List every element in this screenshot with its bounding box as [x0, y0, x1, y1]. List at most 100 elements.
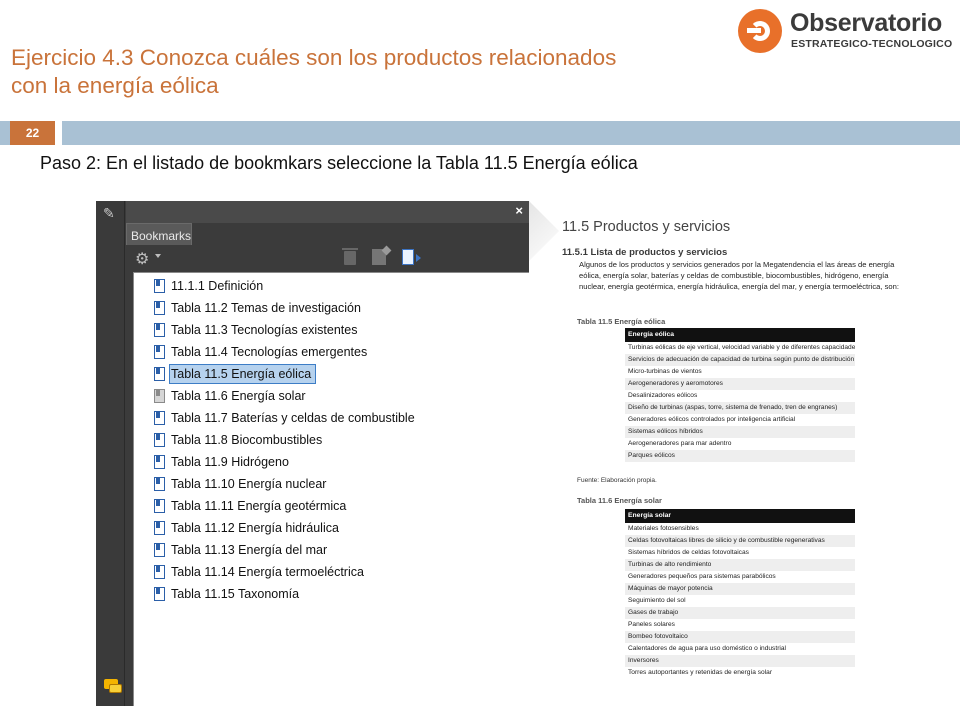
- bookmark-icon: [154, 521, 165, 535]
- table-row: Bombeo fotovoltaico: [625, 631, 855, 643]
- document-page: 11.5 Productos y servicios 11.5.1 Lista …: [529, 201, 960, 706]
- bookmark-label: Tabla 11.2 Temas de investigación: [171, 301, 361, 315]
- bookmark-item[interactable]: Tabla 11.8 Biocombustibles: [134, 431, 530, 450]
- table-row: Seguimiento del sol: [628, 597, 686, 604]
- bookmark-item[interactable]: Tabla 11.6 Energía solar: [134, 387, 530, 406]
- table2-header: Energía solar: [625, 509, 855, 523]
- bookmark-icon: [154, 499, 165, 513]
- bookmark-item[interactable]: Tabla 11.7 Baterías y celdas de combusti…: [134, 409, 530, 428]
- bookmark-label: Tabla 11.10 Energía nuclear: [171, 477, 327, 491]
- bookmark-icon: [154, 565, 165, 579]
- delete-bookmark-icon[interactable]: [342, 248, 358, 265]
- bookmarks-list: 11.1.1 Definición Tabla 11.2 Temas de inv…: [133, 272, 529, 706]
- bookmark-item[interactable]: Tabla 11.3 Tecnologías existentes: [134, 321, 530, 340]
- table-row: Desalinizadores eólicos: [628, 392, 698, 399]
- bookmark-item[interactable]: Tabla 11.15 Taxonomía: [134, 585, 530, 604]
- bookmark-label: Tabla 11.15 Taxonomía: [171, 587, 300, 601]
- table1-caption: Tabla 11.5 Energía eólica: [577, 317, 666, 326]
- bookmark-item[interactable]: Tabla 11.14 Energía termoeléctrica: [134, 563, 530, 582]
- bookmark-item[interactable]: Tabla 11.11 Energía geotérmica: [134, 497, 530, 516]
- panel-title-bar: ×: [126, 201, 529, 223]
- table-energia-solar: Energía solar Materiales fotosensibles Ce…: [625, 509, 855, 679]
- table1-header: Energía eólica: [625, 328, 855, 342]
- options-caret-icon[interactable]: [155, 254, 161, 258]
- table-row: Celdas fotovoltaicas libres de silicio y…: [625, 535, 855, 547]
- table-row: Micro-turbinas de vientos: [628, 368, 702, 375]
- slide-title: Ejercicio 4.3 Conozca cuáles son los pro…: [11, 44, 751, 100]
- doc-paragraph: Algunos de los productos y servicios gen…: [579, 260, 899, 291]
- logo-name: Observatorio: [790, 9, 943, 37]
- close-panel-button[interactable]: ×: [515, 203, 523, 218]
- bookmark-item[interactable]: Tabla 11.5 Energía eólica: [134, 364, 530, 384]
- logo-subtitle: ESTRATEGICO-TECNOLOGICO: [791, 38, 953, 50]
- page-number: 22: [10, 121, 55, 145]
- bookmark-icon: [154, 455, 165, 469]
- table-row: Calentadores de agua para uso doméstico …: [628, 645, 786, 652]
- doc-subheading: 11.5.1 Lista de productos y servicios: [562, 247, 728, 258]
- table-row: Inversores: [625, 655, 855, 667]
- step-instruction: Paso 2: En el listado de bookmkars selec…: [40, 153, 638, 173]
- bookmark-label: Tabla 11.5 Energía eólica: [168, 364, 317, 384]
- bookmark-label: Tabla 11.3 Tecnologías existentes: [171, 323, 358, 337]
- bookmark-label: Tabla 11.9 Hidrógeno: [171, 455, 289, 469]
- bookmarks-toolbar: ⚙: [126, 245, 529, 271]
- bookmark-icon: [154, 279, 165, 293]
- expand-bookmark-icon[interactable]: [402, 249, 421, 265]
- page-fold-shadow: [529, 201, 559, 261]
- sign-pen-icon[interactable]: ✎: [103, 205, 119, 221]
- bookmark-icon: [154, 301, 165, 315]
- table-row: Sistemas eólicos híbridos: [625, 426, 855, 438]
- bookmark-icon: [154, 411, 165, 425]
- bookmark-icon: [154, 433, 165, 447]
- bookmark-icon: [154, 477, 165, 491]
- comments-icon[interactable]: [104, 677, 122, 695]
- table-row: Máquinas de mayor potencia: [625, 583, 855, 595]
- bookmark-label: Tabla 11.12 Energía hidráulica: [171, 521, 339, 535]
- table-energia-eolica: Energía eólica Turbinas eólicas de eje v…: [625, 328, 855, 462]
- bookmark-icon: [154, 323, 165, 337]
- new-bookmark-icon[interactable]: [372, 249, 386, 265]
- bookmark-label: Tabla 11.4 Tecnologías emergentes: [171, 345, 368, 359]
- header-bar-left: [0, 121, 10, 145]
- table-row: Diseño de turbinas (aspas, torre, sistem…: [625, 402, 855, 414]
- table-row: Torres autoportantes y retenidas de ener…: [628, 669, 773, 676]
- bookmark-icon: [154, 587, 165, 601]
- table1-source: Fuente: Elaboración propia.: [577, 477, 657, 484]
- header-bar-right: [62, 121, 960, 145]
- table-row: Aerogeneradores para mar adentro: [628, 440, 732, 447]
- table-row: Servicios de adecuación de capacidad de …: [625, 354, 855, 366]
- bookmark-label: Tabla 11.13 Energía del mar: [171, 543, 328, 557]
- table-row: Aerogeneradores y aeromotores: [625, 378, 855, 390]
- navigation-gutter: ✎: [96, 201, 125, 706]
- tab-bookmarks[interactable]: Bookmarks: [126, 223, 192, 245]
- bookmark-label: 11.1.1 Definición: [171, 279, 264, 293]
- table-row: Generadores pequeños para sistemas parab…: [628, 573, 776, 580]
- table-row: Materiales fotosensibles: [628, 525, 699, 532]
- bookmark-label: Tabla 11.11 Energía geotérmica: [171, 499, 347, 513]
- bookmarks-panel: ✎ × Bookmarks ⚙ 11.1.1 Definición Tabla 1…: [96, 201, 529, 706]
- bookmark-item[interactable]: Tabla 11.9 Hidrógeno: [134, 453, 530, 472]
- table-row: Gases de trabajo: [625, 607, 855, 619]
- table-row: Parques eólicos: [625, 450, 855, 462]
- table-row: Paneles solares: [628, 621, 675, 628]
- table-row: Generadores eólicos controlados por inte…: [628, 416, 796, 423]
- bookmark-label: Tabla 11.6 Energía solar: [171, 389, 306, 403]
- bookmark-item[interactable]: Tabla 11.4 Tecnologías emergentes: [134, 343, 530, 362]
- bookmark-icon: [154, 543, 165, 557]
- logo-mark-icon: [738, 9, 782, 53]
- bookmark-item[interactable]: Tabla 11.13 Energía del mar: [134, 541, 530, 560]
- bookmark-gray-icon: [154, 389, 165, 403]
- bookmark-item[interactable]: Tabla 11.12 Energía hidráulica: [134, 519, 530, 538]
- doc-heading: 11.5 Productos y servicios: [562, 219, 731, 235]
- table-row: Turbinas eólicas de eje vertical, veloci…: [628, 344, 855, 351]
- slide-title-line1: Ejercicio 4.3 Conozca cuáles son los pro…: [11, 45, 617, 70]
- bookmark-label: Tabla 11.7 Baterías y celdas de combusti…: [171, 411, 415, 425]
- bookmark-icon: [154, 345, 165, 359]
- bookmark-label: Tabla 11.8 Biocombustibles: [171, 433, 323, 447]
- bookmark-label: Tabla 11.14 Energía termoeléctrica: [171, 565, 364, 579]
- bookmark-item[interactable]: Tabla 11.10 Energía nuclear: [134, 475, 530, 494]
- options-gear-icon[interactable]: ⚙: [135, 249, 149, 269]
- table2-caption: Tabla 11.6 Energía solar: [577, 496, 662, 505]
- bookmark-item[interactable]: Tabla 11.2 Temas de investigación: [134, 299, 530, 318]
- bookmark-item[interactable]: 11.1.1 Definición: [134, 277, 530, 296]
